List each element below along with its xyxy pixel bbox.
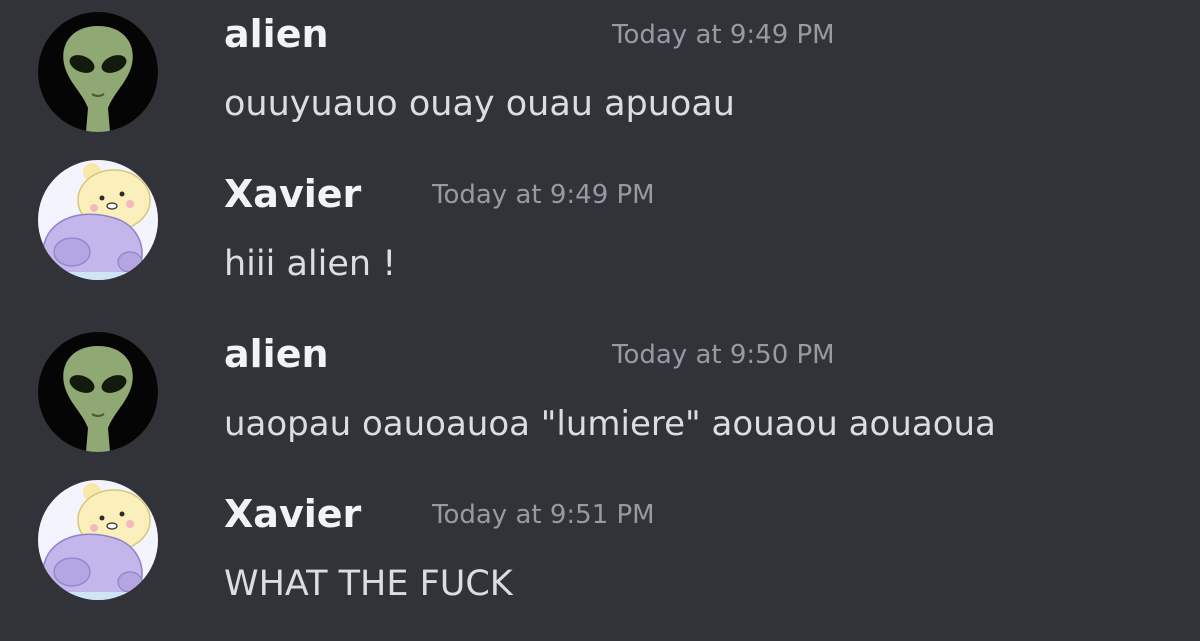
- message-item[interactable]: alien Today at 9:50 PM uaopau oauoauoa "…: [0, 320, 1200, 480]
- message-author[interactable]: Xavier: [224, 172, 361, 216]
- message-content: hiii alien !: [224, 244, 397, 284]
- alien-avatar[interactable]: [38, 12, 158, 132]
- message-item[interactable]: Xavier Today at 9:51 PM WHAT THE FUCK: [0, 480, 1200, 640]
- message-timestamp: Today at 9:49 PM: [432, 180, 655, 210]
- message-item[interactable]: Xavier Today at 9:49 PM hiii alien !: [0, 160, 1200, 320]
- message-item[interactable]: alien Today at 9:49 PM ouuyuauo ouay oua…: [0, 0, 1200, 160]
- bear-avatar[interactable]: [38, 480, 158, 600]
- alien-avatar-icon: [38, 332, 158, 452]
- message-timestamp: Today at 9:51 PM: [432, 500, 655, 530]
- bear-avatar-icon: [38, 480, 158, 600]
- bear-avatar-icon: [38, 160, 158, 280]
- message-content: WHAT THE FUCK: [224, 564, 513, 604]
- message-content: uaopau oauoauoa "lumiere" aouaou aouaoua: [224, 404, 996, 444]
- message-author[interactable]: alien: [224, 12, 329, 56]
- alien-avatar-icon: [38, 12, 158, 132]
- message-author[interactable]: alien: [224, 332, 329, 376]
- alien-avatar[interactable]: [38, 332, 158, 452]
- chat-message-list: alien Today at 9:49 PM ouuyuauo ouay oua…: [0, 0, 1200, 641]
- message-author[interactable]: Xavier: [224, 492, 361, 536]
- message-content: ouuyuauo ouay ouau apuoau: [224, 84, 735, 124]
- message-timestamp: Today at 9:50 PM: [612, 340, 835, 370]
- message-timestamp: Today at 9:49 PM: [612, 20, 835, 50]
- bear-avatar[interactable]: [38, 160, 158, 280]
